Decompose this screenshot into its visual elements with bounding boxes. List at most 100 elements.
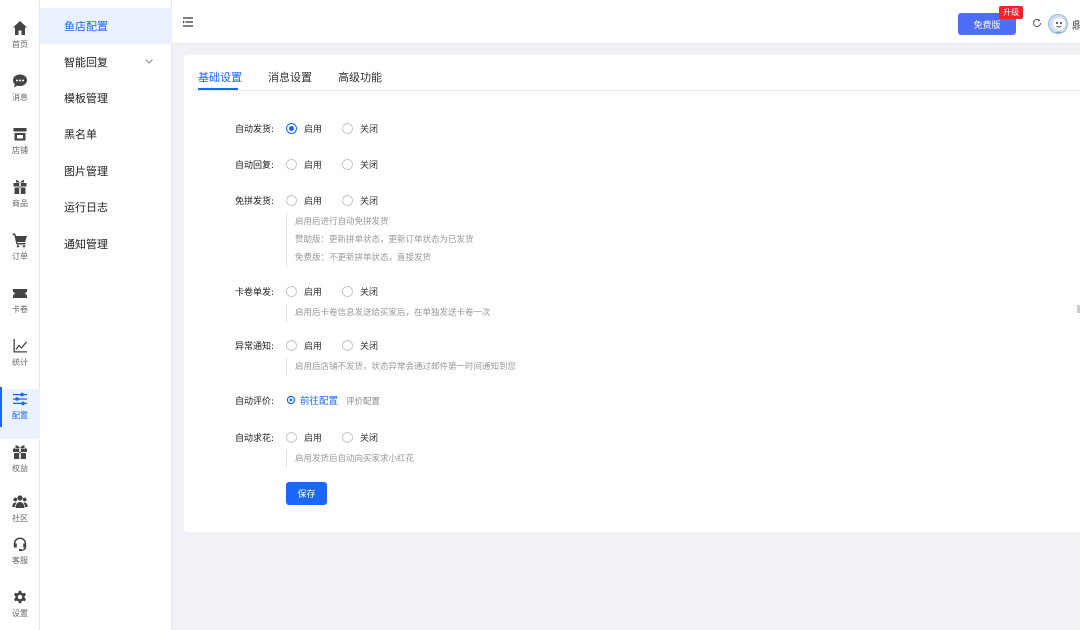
card-single-label: 卡卷单发: [234,288,274,298]
go-config-label: 前往配置 [300,396,339,407]
subnav-label: 黑名单 [64,128,97,141]
rail-item-orders[interactable]: 订单 [0,230,40,280]
rail-item-messages[interactable]: 消息 [0,71,40,121]
auto-reply-off-radio[interactable]: 关闭 [342,158,378,171]
radio-dot [286,432,297,443]
radio-dot [342,286,353,297]
subnav-item-templates[interactable]: 模板管理 [40,80,172,116]
radio-label: 启用 [304,197,323,207]
gift-icon [13,445,27,459]
hint-line: 启用后进行自动免拼发货 [295,217,389,227]
subnav-item-smart-reply[interactable]: 智能回复 [40,44,172,80]
radio-dot [286,340,297,351]
radio-label: 启用 [304,161,323,171]
cart-icon [12,233,27,248]
tab-basic-settings[interactable]: 基础设置 [198,69,242,85]
radio-dot [286,123,297,134]
radio-dot [286,195,297,206]
rail-item-settings[interactable]: 设置 [0,587,40,630]
auto-review-label: 自动评价: [234,397,274,407]
abnormal-notice-hint: 启用后店铺不发货，状态异常会通过邮件第一时间通知到您 [286,358,516,376]
subnav-label: 图片管理 [64,165,108,178]
store-icon [13,128,27,141]
save-button[interactable]: 保存 [286,482,327,505]
radio-label: 关闭 [360,434,379,444]
radio-label: 关闭 [360,197,379,207]
settings-card: 基础设置 消息设置 高级功能 自动发货: 启用 关闭 自动回复: 启用 关闭 免… [184,55,1080,532]
auto-flower-on-radio[interactable]: 启用 [286,431,322,444]
radio-dot [342,432,353,443]
auto-ship-on-radio[interactable]: 启用 [286,122,322,135]
rail-label: 社区 [12,514,28,523]
subnav-item-images[interactable]: 图片管理 [40,153,172,189]
rail-item-stats[interactable]: 统计 [0,336,40,386]
settings-icon [286,395,296,405]
rail-item-store[interactable]: 店铺 [0,124,40,174]
radio-label: 关闭 [360,125,379,135]
rail-label: 首页 [12,40,28,49]
card-single-hint: 启用后卡卷信息发送给买家后，在单独发送卡卷一次 [286,304,491,322]
rail-item-home[interactable]: 首页 [0,18,40,68]
subnav-label: 模板管理 [64,92,108,105]
auto-ship-label: 自动发货: [234,125,274,135]
user-avatar-icon [1053,18,1065,33]
auto-reply-on-radio[interactable]: 启用 [286,158,322,171]
radio-label: 启用 [304,288,323,298]
radio-label: 关闭 [360,342,379,352]
rail-label: 消息 [12,93,28,102]
radio-dot [286,286,297,297]
auto-ship-off-radio[interactable]: 关闭 [342,122,378,135]
rail-item-coupons[interactable]: 卡卷 [0,283,40,333]
rail-label: 商品 [12,199,28,208]
abnormal-notice-label: 异常通知: [234,342,274,352]
menu-toggle-icon[interactable] [182,16,194,28]
home-icon [13,21,27,35]
card-single-on-radio[interactable]: 启用 [286,285,322,298]
hint-line: 免费版：不更新拼单状态，直接发货 [295,253,432,263]
gift-box-icon [13,180,27,194]
free-group-off-radio[interactable]: 关闭 [342,194,378,207]
subnav-item-store-config[interactable]: 鱼店配置 [40,8,172,44]
subnav-item-run-log[interactable]: 运行日志 [40,189,172,225]
line-chart-icon [13,339,27,353]
rail-label: 客服 [12,556,28,565]
auto-reply-label: 自动回复: [234,161,274,171]
upgrade-badge[interactable]: 升级 [999,6,1023,19]
radio-dot [342,123,353,134]
card-single-off-radio[interactable]: 关闭 [342,285,378,298]
ticket-icon [13,289,27,298]
auto-flower-label: 自动求花: [234,434,274,444]
subnav-label: 通知管理 [64,238,108,251]
avatar[interactable] [1048,14,1068,34]
username[interactable]: 鼎 [1072,17,1080,32]
radio-label: 启用 [304,342,323,352]
gear-icon [14,590,26,604]
refresh-icon[interactable] [1032,18,1042,28]
abnormal-notice-on-radio[interactable]: 启用 [286,339,322,352]
headset-icon [13,537,27,551]
abnormal-notice-off-radio[interactable]: 关闭 [342,339,378,352]
subnav-item-blacklist[interactable]: 黑名单 [40,116,172,152]
free-group-on-radio[interactable]: 启用 [286,194,322,207]
tab-advanced-features[interactable]: 高级功能 [338,69,382,85]
rail-item-support[interactable]: 客服 [0,534,40,584]
subnav-item-notifications[interactable]: 通知管理 [40,226,172,262]
sliders-icon [13,392,27,406]
radio-label: 启用 [304,125,323,135]
radio-dot [342,340,353,351]
subnav-label: 智能回复 [64,56,108,69]
tab-message-settings[interactable]: 消息设置 [268,69,312,85]
auto-flower-off-radio[interactable]: 关闭 [342,431,378,444]
sub-navigation: 鱼店配置 智能回复 模板管理 黑名单 图片管理 运行日志 通知管理 [40,0,172,630]
chevron-down-icon [145,59,153,64]
rail-label: 订单 [12,252,28,261]
go-config-link[interactable]: 前往配置 [286,393,338,407]
review-config-note: 评价配置 [346,397,381,407]
rail-item-benefits[interactable]: 权益 [0,442,40,492]
free-group-label: 免拼发货: [234,197,274,207]
rail-item-goods[interactable]: 商品 [0,177,40,227]
top-bar: 免费版 升级 鼎 [172,0,1080,44]
users-icon [12,495,28,508]
rail-item-config[interactable]: 配置 [0,387,40,439]
free-group-hints: 启用后进行自动免拼发货 赞助版：更新拼单状态，更新订单状态为已发货 免费版：不更… [286,213,474,267]
